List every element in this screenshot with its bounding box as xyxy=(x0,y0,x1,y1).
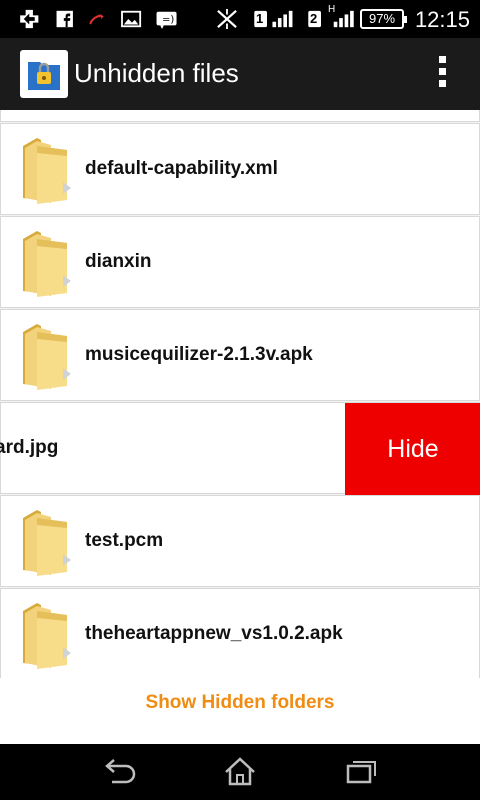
show-hidden-folders-button[interactable]: Show Hidden folders xyxy=(0,692,480,740)
folder-icon xyxy=(23,324,71,390)
page-title: Unhidden files xyxy=(74,58,239,88)
home-icon[interactable] xyxy=(220,754,260,790)
message-icon: =) xyxy=(156,11,177,29)
network-type-label: H xyxy=(328,4,336,15)
battery-indicator: 97% xyxy=(360,9,407,29)
list-item[interactable]: test.pcm xyxy=(0,495,480,587)
sim1-label: 1 xyxy=(256,11,264,26)
list-item-partial[interactable] xyxy=(0,110,480,122)
back-icon[interactable] xyxy=(100,754,140,790)
list-item[interactable]: default-capability.xml xyxy=(0,123,480,215)
action-bar: Unhidden files xyxy=(0,38,480,110)
folder-icon xyxy=(23,603,71,669)
notification-icons: =) xyxy=(20,9,177,29)
file-name: test.pcm xyxy=(85,530,164,551)
list-item[interactable]: theheartappnew_vs1.0.2.apk xyxy=(0,588,480,678)
facebook-icon xyxy=(56,10,73,28)
overflow-menu-icon[interactable] xyxy=(434,56,450,92)
plus-cross-icon xyxy=(20,9,39,29)
folder-icon xyxy=(23,231,71,297)
list-item-swiped[interactable]: ard.jpg Hide xyxy=(0,402,480,495)
hide-button[interactable]: Hide xyxy=(345,403,480,495)
navigation-bar xyxy=(0,744,480,800)
file-name: dianxin xyxy=(85,251,152,272)
list-item[interactable]: dianxin xyxy=(0,216,480,308)
file-name: default-capability.xml xyxy=(85,158,278,179)
list-item[interactable]: musicequilizer-2.1.3v.apk xyxy=(0,309,480,401)
file-name: musicequilizer-2.1.3v.apk xyxy=(85,344,313,365)
folder-icon xyxy=(23,510,71,576)
status-bar: =) 1 2 H 97% 12:15 xyxy=(0,0,480,38)
recent-apps-icon[interactable] xyxy=(340,754,380,790)
status-time: 12:15 xyxy=(414,7,470,32)
svg-text:=): =) xyxy=(162,15,174,26)
folder-icon xyxy=(23,138,71,204)
file-name: ard.jpg xyxy=(0,437,59,458)
missed-call-icon xyxy=(89,14,104,25)
lock-folder-icon xyxy=(20,50,68,98)
gallery-icon xyxy=(121,10,142,28)
no-data-icon xyxy=(217,9,237,29)
file-list: default-capability.xml dianxin musicequi… xyxy=(0,110,480,678)
file-name: theheartappnew_vs1.0.2.apk xyxy=(85,623,343,644)
sim2-label: 2 xyxy=(310,11,318,26)
